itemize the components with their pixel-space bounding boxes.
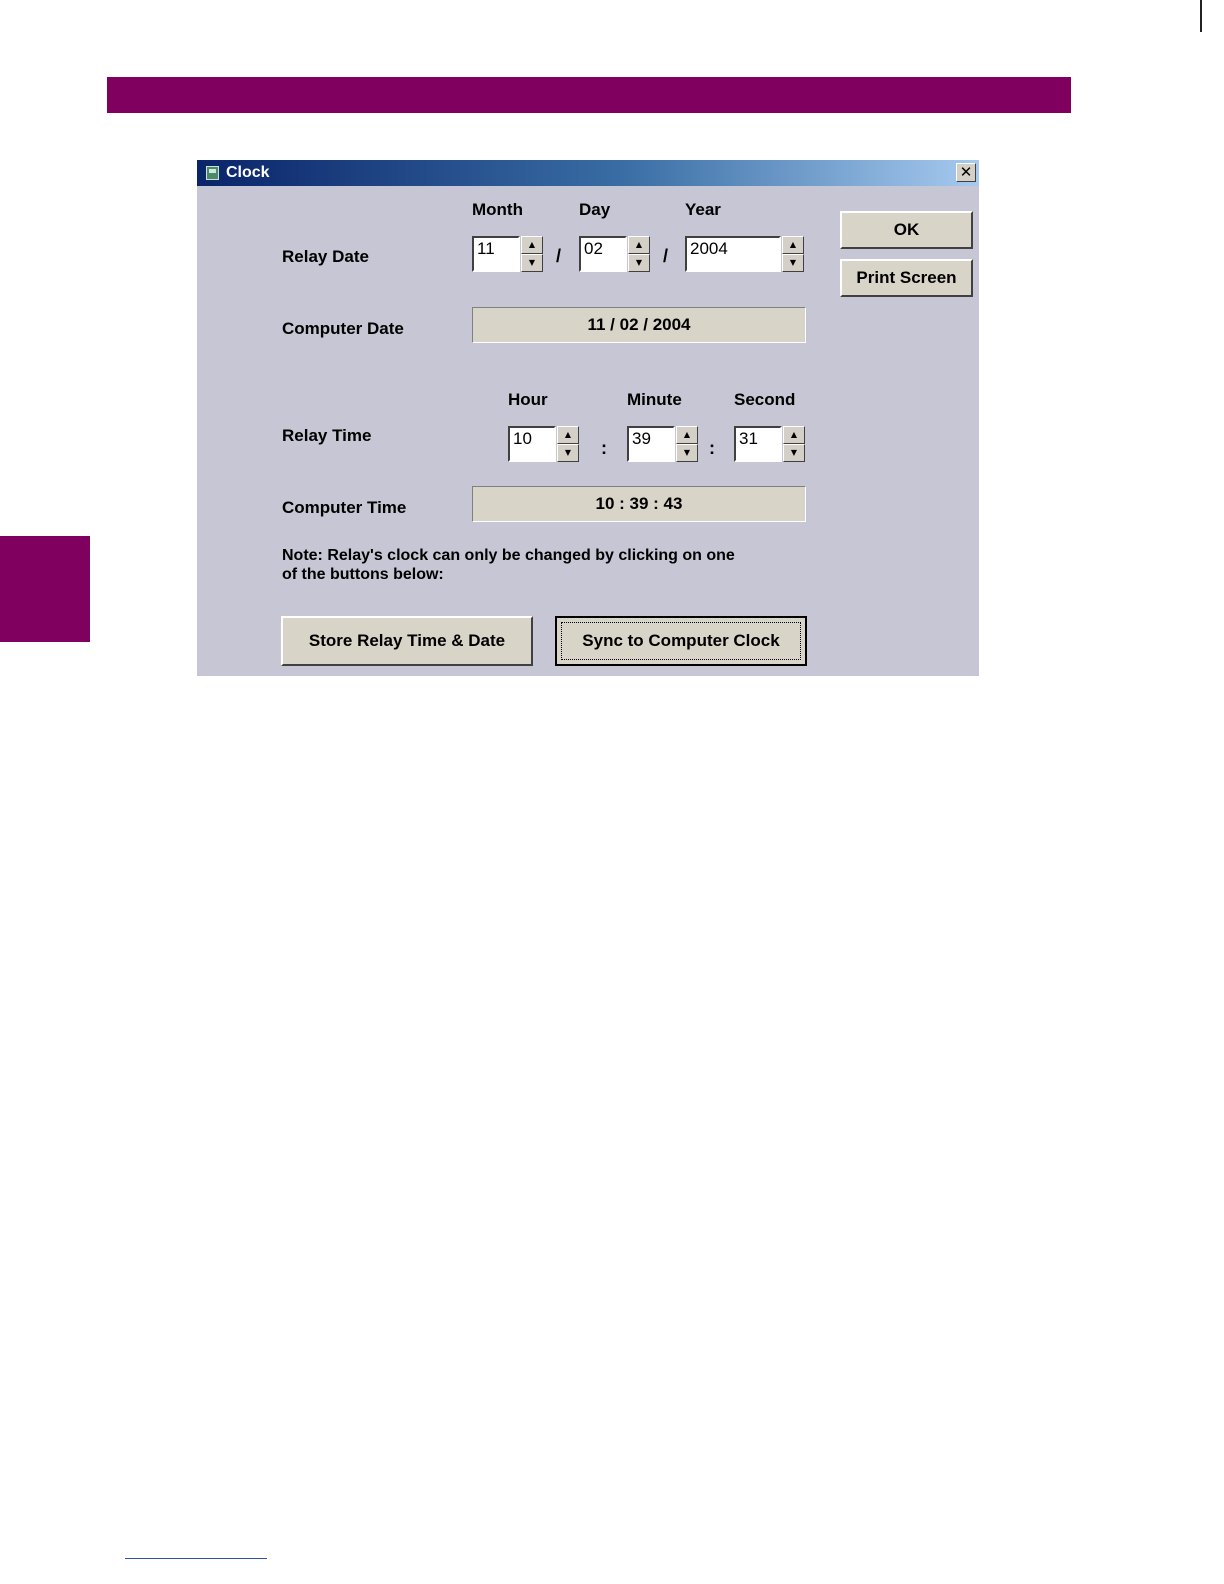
day-up-icon[interactable]: ▲ xyxy=(628,236,650,254)
close-icon: ✕ xyxy=(959,163,973,181)
month-spinner: ▲ ▼ xyxy=(521,236,543,272)
year-up-icon[interactable]: ▲ xyxy=(782,236,804,254)
clock-dialog: Clock ✕ Month Day Year Relay Date 11 ▲ ▼… xyxy=(197,160,979,676)
hour-header: Hour xyxy=(508,390,548,409)
computer-time-value: 10 : 39 : 43 xyxy=(472,486,806,522)
month-up-icon[interactable]: ▲ xyxy=(521,236,543,254)
page-edge-rule xyxy=(1200,0,1202,32)
note-line: of the buttons below: xyxy=(282,566,444,583)
side-tab xyxy=(0,536,90,642)
minute-header: Minute xyxy=(627,390,682,409)
hour-down-icon[interactable]: ▼ xyxy=(557,444,579,462)
sync-to-computer-clock-button[interactable]: Sync to Computer Clock xyxy=(555,616,807,666)
title-bar[interactable]: Clock ✕ xyxy=(197,160,979,186)
year-spinner: ▲ ▼ xyxy=(782,236,804,272)
year-header: Year xyxy=(685,200,721,219)
window-title: Clock xyxy=(226,164,270,181)
month-down-icon[interactable]: ▼ xyxy=(521,254,543,272)
computer-date-value: 11 / 02 / 2004 xyxy=(472,307,806,343)
store-relay-time-date-button[interactable]: Store Relay Time & Date xyxy=(281,616,533,666)
second-header: Second xyxy=(734,390,796,409)
month-input[interactable]: 11 xyxy=(472,236,520,272)
footer-rule xyxy=(125,1558,267,1559)
date-separator: / xyxy=(663,246,669,266)
time-separator: : xyxy=(601,438,607,458)
minute-up-icon[interactable]: ▲ xyxy=(676,426,698,444)
note-text: Note: Relay's clock can only be changed … xyxy=(282,546,735,584)
close-button[interactable]: ✕ xyxy=(956,163,976,182)
header-bar xyxy=(107,77,1071,113)
year-input[interactable]: 2004 xyxy=(685,236,781,272)
hour-spinner: ▲ ▼ xyxy=(557,426,579,462)
ok-button[interactable]: OK xyxy=(840,211,973,249)
second-down-icon[interactable]: ▼ xyxy=(783,444,805,462)
note-line: Note: Relay's clock can only be changed … xyxy=(282,547,735,564)
computer-time-label: Computer Time xyxy=(282,498,407,517)
second-up-icon[interactable]: ▲ xyxy=(783,426,805,444)
day-spinner: ▲ ▼ xyxy=(628,236,650,272)
year-down-icon[interactable]: ▼ xyxy=(782,254,804,272)
time-separator: : xyxy=(709,438,715,458)
second-input[interactable]: 31 xyxy=(734,426,782,462)
minute-down-icon[interactable]: ▼ xyxy=(676,444,698,462)
day-input[interactable]: 02 xyxy=(579,236,627,272)
day-header: Day xyxy=(579,200,611,219)
hour-up-icon[interactable]: ▲ xyxy=(557,426,579,444)
second-spinner: ▲ ▼ xyxy=(783,426,805,462)
minute-spinner: ▲ ▼ xyxy=(676,426,698,462)
date-separator: / xyxy=(556,246,562,266)
sync-button-label: Sync to Computer Clock xyxy=(561,622,801,660)
relay-date-label: Relay Date xyxy=(282,247,369,266)
app-icon xyxy=(206,166,219,180)
day-down-icon[interactable]: ▼ xyxy=(628,254,650,272)
month-header: Month xyxy=(472,200,523,219)
minute-input[interactable]: 39 xyxy=(627,426,675,462)
relay-time-label: Relay Time xyxy=(282,426,372,445)
hour-input[interactable]: 10 xyxy=(508,426,556,462)
computer-date-label: Computer Date xyxy=(282,319,404,338)
print-screen-button[interactable]: Print Screen xyxy=(840,259,973,297)
